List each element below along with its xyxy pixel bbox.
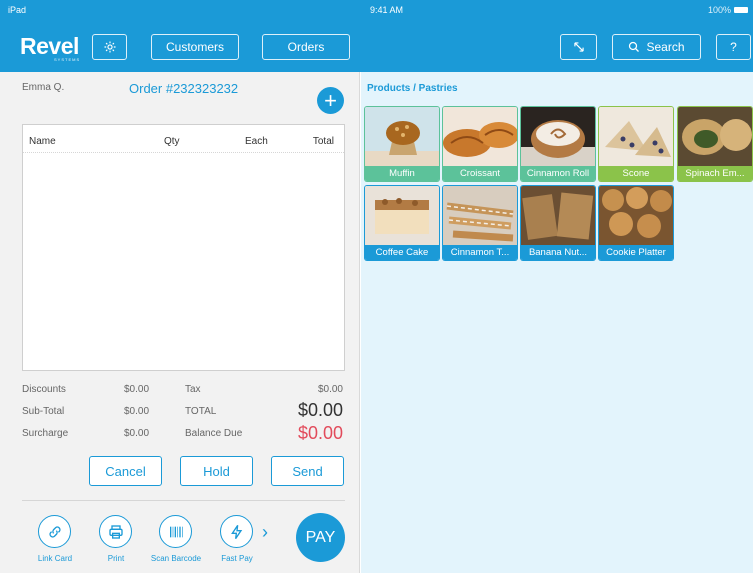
tax-value: $0.00 <box>317 384 343 395</box>
product-label: Cinnamon T... <box>443 245 517 260</box>
cinnamon-roll-image <box>521 107 595 166</box>
spinach-empanada-image <box>678 107 752 166</box>
lightning-icon <box>230 524 242 539</box>
cancel-button[interactable]: Cancel <box>89 456 162 486</box>
hold-button[interactable]: Hold <box>180 456 253 486</box>
muffin-image <box>365 107 439 166</box>
scan-barcode-label: Scan Barcode <box>150 554 202 563</box>
product-tile-banana-nut[interactable]: Banana Nut... <box>521 186 595 260</box>
discounts-label: Discounts <box>22 384 66 395</box>
surcharge-value: $0.00 <box>124 428 150 439</box>
col-total: Total <box>312 136 334 147</box>
product-tile-spinach-empanada[interactable]: Spinach Em... <box>678 107 752 181</box>
product-label: Banana Nut... <box>521 245 595 260</box>
fast-pay-button[interactable] <box>220 515 253 548</box>
scone-image <box>599 107 673 166</box>
customer-name[interactable]: Emma Q. <box>22 82 64 93</box>
croissant-image <box>443 107 517 166</box>
banana-nut-bread-image <box>521 186 595 245</box>
product-tile-cinnamon-twist[interactable]: Cinnamon T... <box>443 186 517 260</box>
status-bar: iPad 9:41 AM 100% <box>0 0 753 22</box>
battery-label: 100% <box>707 5 731 15</box>
product-tile-cinnamon-roll[interactable]: Cinnamon Roll <box>521 107 595 181</box>
subtotal-value: $0.00 <box>124 406 150 417</box>
top-bar: iPad 9:41 AM 100% Revel SYSTEMS Customer… <box>0 0 753 72</box>
fullscreen-button[interactable] <box>560 34 597 60</box>
total-value: $0.00 <box>297 400 343 420</box>
search-button[interactable]: Search <box>612 34 701 60</box>
subtotal-label: Sub-Total <box>22 406 65 417</box>
product-label: Spinach Em... <box>678 166 752 181</box>
product-label: Croissant <box>443 166 517 181</box>
product-label: Coffee Cake <box>365 245 439 260</box>
link-card-button[interactable] <box>38 515 71 548</box>
product-tile-scone[interactable]: Scone <box>599 107 673 181</box>
col-qty: Qty <box>164 136 180 147</box>
order-panel: Emma Q. Order #232323232 + Name Qty Each… <box>0 72 360 573</box>
brand-logo: Revel <box>20 33 79 59</box>
product-tile-cookie-platter[interactable]: Cookie Platter <box>599 186 673 260</box>
link-icon <box>48 525 61 538</box>
clock: 9:41 AM <box>370 5 404 15</box>
product-tile-coffee-cake[interactable]: Coffee Cake <box>365 186 439 260</box>
balance-value: $0.00 <box>297 423 343 443</box>
send-button[interactable]: Send <box>271 456 344 486</box>
pay-button[interactable]: PAY <box>296 513 345 562</box>
col-name: Name <box>29 136 56 147</box>
discounts-value: $0.00 <box>124 384 150 395</box>
barcode-icon <box>169 526 183 537</box>
print-label: Print <box>107 554 125 563</box>
search-label: Search <box>646 40 685 54</box>
fast-pay-label: Fast Pay <box>221 554 253 563</box>
print-button[interactable] <box>99 515 132 548</box>
orders-button[interactable]: Orders <box>262 34 350 60</box>
brand-logo-sub: SYSTEMS <box>54 57 81 62</box>
customers-button[interactable]: Customers <box>151 34 239 60</box>
products-panel: Products / Pastries Muffin Croissant Cin… <box>361 72 753 573</box>
order-items-table: Name Qty Each Total <box>22 124 345 371</box>
total-label: TOTAL <box>185 406 217 417</box>
printer-icon <box>108 524 123 539</box>
divider <box>22 500 345 501</box>
surcharge-label: Surcharge <box>22 428 69 439</box>
gear-icon <box>103 41 116 53</box>
order-items-header: Name Qty Each Total <box>23 125 344 153</box>
balance-label: Balance Due <box>185 428 243 439</box>
col-each: Each <box>245 136 268 147</box>
product-label: Scone <box>599 166 673 181</box>
help-button[interactable]: ? <box>716 34 751 60</box>
scan-barcode-button[interactable] <box>159 515 192 548</box>
product-label: Cookie Platter <box>599 245 673 260</box>
cookie-platter-image <box>599 186 673 245</box>
settings-button[interactable] <box>92 34 127 60</box>
more-tools-chevron-icon[interactable]: › <box>262 522 268 543</box>
product-label: Muffin <box>365 166 439 181</box>
device-label: iPad <box>8 5 27 15</box>
product-tile-croissant[interactable]: Croissant <box>443 107 517 181</box>
expand-icon <box>573 42 584 52</box>
breadcrumb[interactable]: Products / Pastries <box>367 83 458 94</box>
order-number: Order #232323232 <box>129 81 239 96</box>
product-tile-muffin[interactable]: Muffin <box>365 107 439 181</box>
coffee-cake-image <box>365 186 439 245</box>
link-card-label: Link Card <box>37 554 73 563</box>
cinnamon-twist-image <box>443 186 517 245</box>
search-icon <box>629 41 640 52</box>
tax-label: Tax <box>185 384 201 395</box>
add-item-button[interactable]: + <box>317 87 344 114</box>
product-label: Cinnamon Roll <box>521 166 595 181</box>
battery-icon <box>734 7 748 13</box>
